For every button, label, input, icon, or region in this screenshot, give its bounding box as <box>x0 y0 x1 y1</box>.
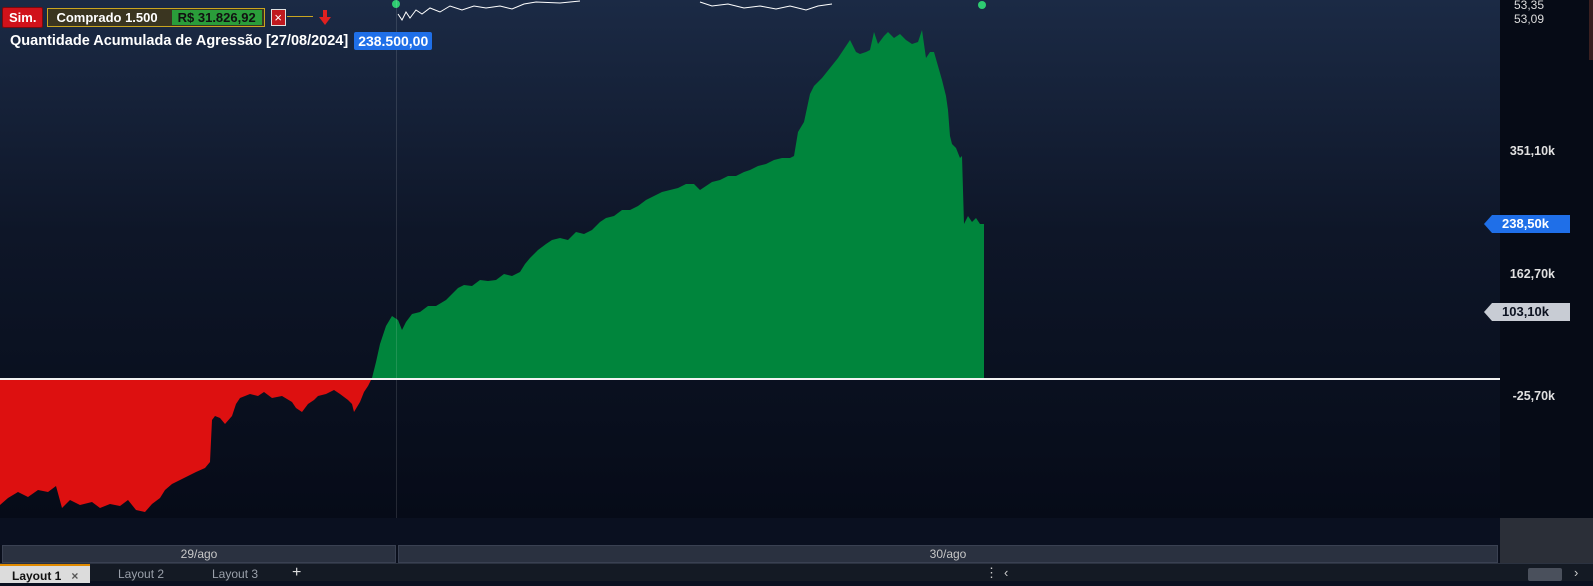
price-line <box>397 0 581 21</box>
tab-label: Layout 2 <box>118 567 165 581</box>
axis-label: -25,70k <box>1512 389 1555 403</box>
value-axis[interactable]: 53,35 53,09 351,10k 238,50k 162,70k 103,… <box>1484 0 1593 518</box>
position-box[interactable]: Comprado 1.500 R$ 31.826,92 <box>47 8 265 27</box>
order-connector <box>286 16 313 25</box>
layout-tabs-bar: Layout 1 × Layout 2 Layout 3 + ⋮ ‹ › <box>0 563 1593 583</box>
price-marker-end <box>978 1 986 9</box>
chart-panel[interactable]: Sim. Comprado 1.500 R$ 31.826,92 × Quant… <box>0 0 1500 518</box>
reference-value-tag: 103,10k <box>1484 303 1570 321</box>
scroll-left-icon[interactable]: ‹ <box>1004 564 1008 582</box>
tab-layout-3[interactable]: Layout 3 <box>200 564 270 581</box>
close-position-button[interactable]: × <box>270 9 286 26</box>
more-options-icon[interactable]: ⋮ <box>985 564 998 582</box>
scrollbar-thumb[interactable] <box>1528 568 1562 581</box>
indicator-title[interactable]: Quantidade Acumulada de Agressão [27/08/… <box>10 32 433 50</box>
positive-area <box>372 30 984 378</box>
axis-label: 351,10k <box>1509 144 1555 158</box>
tab-label: Layout 3 <box>212 567 259 581</box>
simulation-badge[interactable]: Sim. <box>2 7 44 28</box>
pnl-badge: R$ 31.826,92 <box>171 10 262 25</box>
negative-area <box>0 378 372 512</box>
tab-label: Layout 1 <box>12 569 62 583</box>
date-axis: 29/ago 30/ago <box>0 545 1500 563</box>
date-segment: 30/ago <box>398 545 1498 563</box>
position-toolbar: Sim. Comprado 1.500 R$ 31.826,92 × <box>2 7 331 28</box>
current-value-tag: 238,50k <box>1484 215 1570 233</box>
down-arrow-icon[interactable] <box>318 9 331 26</box>
axis-edge <box>1589 0 1593 60</box>
close-icon: × <box>274 10 282 25</box>
indicator-name: Quantidade Acumulada de Agressão [27/08/… <box>10 33 349 49</box>
tab-layout-1[interactable]: Layout 1 × <box>0 564 91 583</box>
tab-layout-2[interactable]: Layout 2 <box>106 564 176 581</box>
price-top-label: 53,09 <box>1514 12 1545 26</box>
zero-line <box>0 378 1500 380</box>
close-tab-icon[interactable]: × <box>71 569 78 583</box>
axis-corner <box>1500 518 1593 563</box>
axis-label: 162,70k <box>1509 267 1555 281</box>
add-layout-button[interactable]: + <box>292 564 301 582</box>
price-line-2 <box>699 1 833 11</box>
scroll-right-icon[interactable]: › <box>1574 564 1578 582</box>
indicator-value: 238.500,00 <box>354 32 433 50</box>
session-separator <box>396 0 397 518</box>
date-segment: 29/ago <box>2 545 396 563</box>
position-label: Comprado 1.500 <box>56 10 158 25</box>
aggression-area-chart[interactable] <box>0 0 1500 518</box>
price-top-label: 53,35 <box>1514 0 1545 12</box>
